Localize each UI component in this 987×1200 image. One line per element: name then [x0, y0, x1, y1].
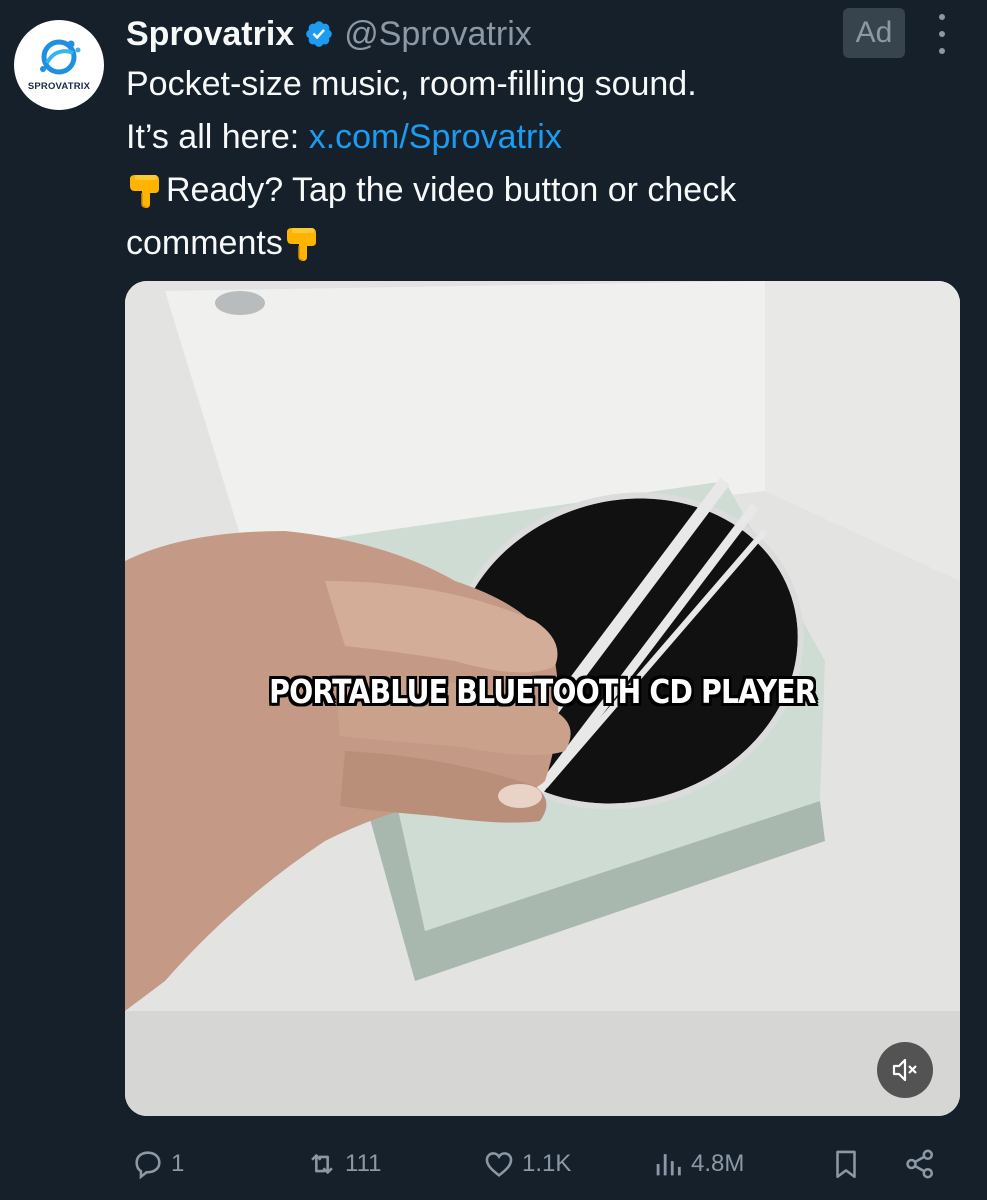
views-button[interactable]: 4.8M — [651, 1138, 744, 1190]
muted-speaker-icon — [892, 1058, 917, 1082]
tweet-line-4: comments — [126, 217, 966, 270]
sprovatrix-logo-icon — [40, 39, 81, 74]
heart-icon — [485, 1152, 513, 1177]
bookmark-icon — [836, 1150, 856, 1179]
verified-badge-icon — [306, 21, 332, 47]
reply-count: 1 — [171, 1150, 185, 1177]
video-player[interactable]: PORTABLUE BLUETOOTH CD PLAYER — [125, 281, 960, 1116]
user-handle[interactable]: @Sprovatrix — [344, 15, 532, 54]
pointing-down-emoji-icon — [130, 175, 159, 208]
reply-icon — [135, 1151, 161, 1180]
tweet-line-3-text: Ready? Tap the video button or check — [166, 171, 737, 209]
share-icon — [906, 1149, 934, 1179]
views-chart-icon — [656, 1154, 681, 1176]
repost-icon — [311, 1154, 333, 1174]
tweet-line-2: It’s all here: x.com/Sprovatrix — [126, 111, 966, 164]
repost-count: 111 — [345, 1150, 382, 1177]
share-button[interactable] — [903, 1138, 941, 1190]
avatar-logo-text: SPROVATRIX — [27, 80, 91, 92]
like-button[interactable]: 1.1K — [482, 1138, 571, 1190]
bookmark-button[interactable] — [829, 1138, 867, 1190]
tweet-line-2-prefix: It’s all here: — [126, 118, 309, 156]
more-options-icon[interactable] — [930, 14, 954, 54]
pointing-down-emoji-icon — [286, 228, 316, 261]
tweet-line-3: Ready? Tap the video button or check — [126, 164, 966, 217]
ad-badge: Ad — [843, 8, 905, 58]
avatar[interactable]: SPROVATRIX — [14, 20, 104, 110]
mute-button[interactable] — [877, 1042, 933, 1098]
like-count: 1.1K — [522, 1150, 572, 1177]
repost-button[interactable]: 111 — [305, 1138, 381, 1190]
tweet-line-1: Pocket-size music, room-filling sound. — [126, 65, 697, 103]
profile-link[interactable]: x.com/Sprovatrix — [309, 118, 562, 156]
tweet-line-4-text: comments — [126, 224, 283, 262]
view-count: 4.8M — [691, 1150, 745, 1177]
tweet-actions: 1 111 1.1K 4.8M — [0, 1138, 987, 1190]
tweet-text: Pocket-size music, room-filling sound. I… — [126, 58, 966, 270]
video-caption: PORTABLUE BLUETOOTH CD PLAYER — [269, 672, 816, 711]
reply-button[interactable]: 1 — [131, 1138, 184, 1190]
display-name[interactable]: Sprovatrix — [126, 15, 294, 54]
